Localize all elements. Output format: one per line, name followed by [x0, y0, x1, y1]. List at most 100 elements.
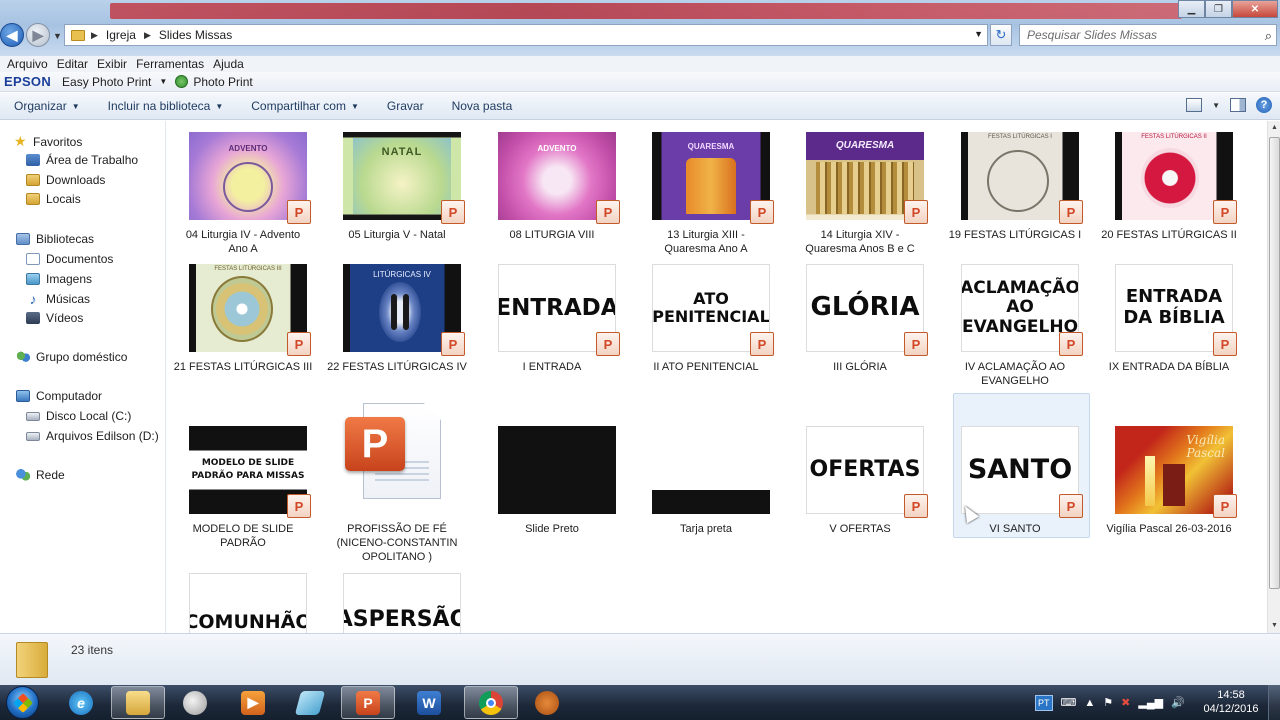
- show-hidden-icons-icon[interactable]: ▲: [1084, 697, 1095, 709]
- action-center-flag-icon[interactable]: ⚑: [1103, 696, 1113, 709]
- menu-arquivo[interactable]: Arquivo: [7, 57, 48, 71]
- menu-ferramentas[interactable]: Ferramentas: [136, 57, 204, 71]
- taskbar-movie-maker[interactable]: [283, 686, 337, 719]
- sidebar-item-favoritos[interactable]: ★ Favoritos: [14, 133, 82, 150]
- file-item[interactable]: OFERTAS P V OFERTAS: [790, 426, 928, 561]
- menu-exibir[interactable]: Exibir: [97, 57, 127, 71]
- file-item[interactable]: ENTRADA DA BÍBLIA P IX ENTRADA DA BÍBLIA: [1099, 264, 1237, 394]
- powerpoint-icon: P: [441, 200, 465, 224]
- taskbar-app-baseball[interactable]: [520, 686, 574, 719]
- taskbar-chrome[interactable]: [464, 686, 518, 719]
- file-item[interactable]: Tarja preta: [636, 426, 774, 561]
- taskbar-paint[interactable]: [168, 686, 222, 719]
- taskbar-powerpoint[interactable]: P: [341, 686, 395, 719]
- close-button[interactable]: ✕: [1232, 0, 1278, 18]
- sidebar-item-locais[interactable]: Locais: [26, 192, 81, 206]
- chevron-down-icon[interactable]: ▼: [1212, 101, 1220, 110]
- keyboard-icon[interactable]: ⌨: [1061, 696, 1077, 709]
- slide-thumbnail: ASPERSÃO: [343, 573, 461, 633]
- file-item[interactable]: Slide Preto: [482, 426, 620, 561]
- easy-photo-print-button[interactable]: Easy Photo Print: [62, 75, 151, 89]
- file-item[interactable]: FESTAS LITÚRGICAS I P 19 FESTAS LITÚRGIC…: [945, 132, 1083, 262]
- sidebar-item-area-de-trabalho[interactable]: Área de Trabalho: [26, 153, 138, 167]
- chevron-down-icon[interactable]: ▼: [159, 77, 167, 86]
- show-desktop-button[interactable]: [1268, 685, 1280, 720]
- file-item[interactable]: P PROFISSÃO DE FÉ (NICENO-CONSTANTIN OPOLI…: [327, 401, 465, 563]
- vertical-scrollbar[interactable]: ▲ ▼: [1267, 121, 1280, 633]
- file-item[interactable]: ENTRADA P I ENTRADA: [482, 264, 620, 394]
- file-item[interactable]: GLÓRIA P III GLÓRIA: [790, 264, 928, 394]
- taskbar-internet-explorer[interactable]: e: [54, 686, 108, 719]
- breadcrumb-arrow-icon[interactable]: ▶: [91, 30, 98, 41]
- file-item[interactable]: Vigília Pascal P Vigília Pascal 26-03-201…: [1099, 426, 1237, 561]
- file-item[interactable]: ACLAMAÇÃO AO EVANGELHO P IV ACLAMAÇÃO AO EV…: [945, 264, 1083, 394]
- sidebar-item-videos[interactable]: Vídeos: [26, 311, 83, 325]
- security-icon[interactable]: ✖: [1121, 696, 1130, 709]
- sidebar-item-label: Downloads: [46, 173, 106, 187]
- address-bar[interactable]: ▶ Igreja ▶ Slides Missas ▼: [64, 24, 988, 46]
- sidebar-item-disco-local-c[interactable]: Disco Local (C:): [26, 409, 131, 423]
- file-item[interactable]: QUARESMA P 14 Liturgia XIV - Quaresma Ano…: [790, 132, 928, 262]
- forward-button[interactable]: ▶: [26, 23, 50, 47]
- file-item-selected[interactable]: SANTO P VI SANTO: [945, 426, 1083, 561]
- sidebar-item-bibliotecas[interactable]: Bibliotecas: [16, 232, 94, 246]
- back-button[interactable]: ◀: [0, 23, 24, 47]
- sidebar-item-documentos[interactable]: Documentos: [26, 252, 113, 266]
- taskbar-windows-explorer[interactable]: [111, 686, 165, 719]
- clock[interactable]: 14:58 04/12/2016: [1198, 688, 1264, 716]
- file-item[interactable]: ATO PENITENCIAL P II ATO PENITENCIAL: [636, 264, 774, 394]
- window-title: [110, 3, 1182, 19]
- powerpoint-icon: P: [1213, 332, 1237, 356]
- scroll-up-icon[interactable]: ▲: [1268, 121, 1280, 135]
- file-item[interactable]: ADVENTO P 04 Liturgia IV - Advento Ano A: [173, 132, 311, 262]
- file-item[interactable]: FESTAS LITÚRGICAS II P 20 FESTAS LITÚRGI…: [1099, 132, 1237, 262]
- file-name: 08 LITURGIA VIII: [509, 229, 595, 241]
- breadcrumb-arrow-icon[interactable]: ▶: [144, 30, 151, 41]
- sidebar-item-rede[interactable]: Rede: [16, 468, 65, 482]
- file-item[interactable]: COMUNHÃO: [173, 573, 311, 633]
- file-item[interactable]: LITÚRGICAS IV P 22 FESTAS LITÚRGICAS IV: [327, 264, 467, 394]
- preview-pane-icon[interactable]: [1230, 98, 1246, 112]
- file-name: Tarja preta: [680, 523, 732, 535]
- share-button[interactable]: Compartilhar com ▼: [251, 99, 359, 113]
- menu-editar[interactable]: Editar: [57, 57, 88, 71]
- change-view-icon[interactable]: [1186, 98, 1203, 112]
- help-icon[interactable]: ?: [1256, 97, 1272, 113]
- search-icon[interactable]: ⌕: [1265, 28, 1272, 44]
- new-folder-button[interactable]: Nova pasta: [452, 99, 513, 113]
- breadcrumb-igreja[interactable]: Igreja: [106, 28, 136, 42]
- burn-button[interactable]: Gravar: [387, 99, 424, 113]
- sidebar-item-computador[interactable]: Computador: [16, 389, 102, 403]
- scroll-down-icon[interactable]: ▼: [1268, 619, 1280, 633]
- taskbar-word[interactable]: W: [402, 686, 456, 719]
- file-item[interactable]: ASPERSÃO: [327, 573, 465, 633]
- search-input[interactable]: Pesquisar Slides Missas ⌕: [1019, 24, 1277, 46]
- breadcrumb-slides-missas[interactable]: Slides Missas: [159, 28, 232, 42]
- file-item[interactable]: MODELO DE SLIDE PADRÃO PARA MISSAS P MODE…: [173, 426, 311, 561]
- maximize-button[interactable]: ❐: [1205, 0, 1232, 18]
- sidebar-item-musicas[interactable]: ♪ Músicas: [26, 291, 91, 307]
- volume-icon[interactable]: 🔊: [1171, 696, 1185, 709]
- file-item[interactable]: NATAL P 05 Liturgia V - Natal: [327, 132, 465, 262]
- file-item[interactable]: ADVENTO P 08 LITURGIA VIII: [482, 132, 620, 262]
- menu-ajuda[interactable]: Ajuda: [213, 57, 244, 71]
- sidebar-item-downloads[interactable]: Downloads: [26, 173, 105, 187]
- scrollbar-thumb[interactable]: [1269, 137, 1280, 589]
- network-signal-icon[interactable]: ▂▄▆: [1138, 696, 1163, 709]
- address-dropdown-icon[interactable]: ▼: [974, 29, 983, 39]
- organize-button[interactable]: Organizar ▼: [14, 99, 80, 113]
- recent-pages-dropdown[interactable]: ▼: [53, 31, 62, 41]
- file-item[interactable]: QUARESMA P 13 Liturgia XIII - Quaresma An…: [636, 132, 774, 262]
- sidebar-item-label: Bibliotecas: [36, 232, 95, 246]
- minimize-button[interactable]: ▁: [1178, 0, 1205, 18]
- sidebar-item-grupo-domestico[interactable]: Grupo doméstico: [16, 350, 127, 364]
- start-button[interactable]: [6, 686, 39, 719]
- refresh-button[interactable]: ↻: [990, 24, 1012, 46]
- file-item[interactable]: FESTAS LITÚRGICAS III P 21 FESTAS LITÚRG…: [173, 264, 312, 394]
- include-library-button[interactable]: Incluir na biblioteca ▼: [108, 99, 224, 113]
- sidebar-item-imagens[interactable]: Imagens: [26, 272, 92, 286]
- taskbar-media-player[interactable]: ▶: [226, 686, 280, 719]
- photo-print-button[interactable]: Photo Print: [193, 75, 252, 89]
- language-indicator[interactable]: PT: [1035, 694, 1053, 711]
- sidebar-item-arquivos-edilson-d[interactable]: Arquivos Edilson (D:): [26, 429, 159, 443]
